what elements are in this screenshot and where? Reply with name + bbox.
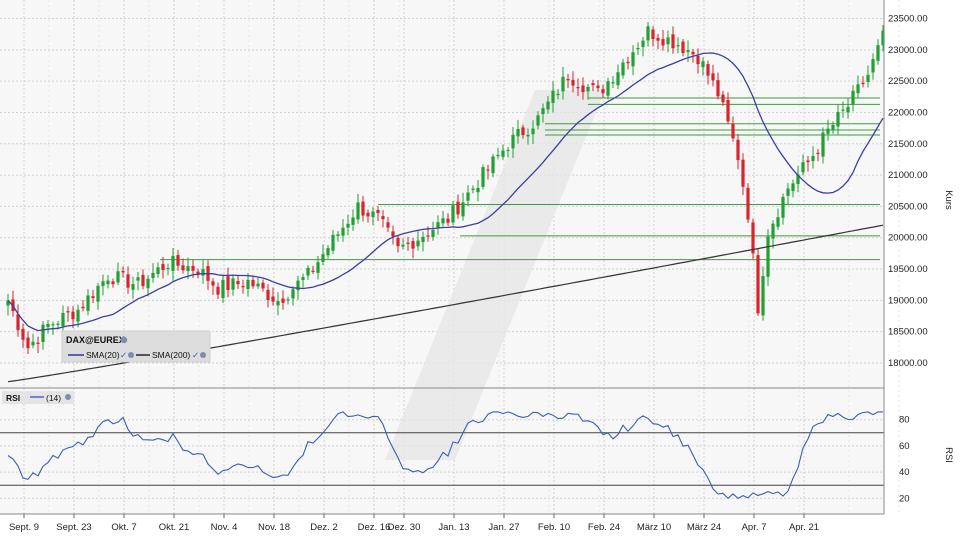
- x-tick-label: Okt. 21: [159, 522, 190, 533]
- x-tick-label: Feb. 24: [588, 522, 620, 533]
- x-tick-label: Jan. 27: [488, 522, 519, 533]
- candle: [751, 218, 755, 259]
- legend-settings-icon[interactable]: [128, 352, 134, 358]
- price-tick-label: 21000.00: [888, 170, 928, 181]
- legend-settings-icon[interactable]: [120, 336, 128, 344]
- x-tick-label: Jan. 13: [438, 522, 469, 533]
- rsi-legend-period: (14): [46, 393, 61, 403]
- rsi-tick-label: 20: [899, 493, 910, 504]
- legend-sma20: SMA(20): [86, 350, 120, 360]
- price-tick-label: 19000.00: [888, 295, 928, 306]
- price-tick-label: 18000.00: [888, 358, 928, 369]
- legend-check-icon[interactable]: ✓: [120, 350, 127, 360]
- x-tick-label: Sept. 9: [9, 522, 39, 533]
- price-tick-label: 23000.00: [888, 45, 928, 56]
- legend-sma200: SMA(200): [152, 350, 190, 360]
- x-tick-label: Nov. 18: [258, 522, 290, 533]
- rsi-tick-label: 60: [899, 441, 910, 452]
- x-tick-label: Apr. 21: [789, 522, 819, 533]
- price-tick-label: 18500.00: [888, 327, 928, 338]
- price-tick-label: 21500.00: [888, 139, 928, 150]
- price-axis-label: Kurs: [943, 190, 954, 210]
- price-tick-label: 22000.00: [888, 107, 928, 118]
- x-tick-label: Okt. 7: [111, 522, 136, 533]
- x-tick-label: Dez. 30: [388, 522, 421, 533]
- candle: [481, 164, 485, 190]
- x-tick-label: Dez. 16: [358, 522, 391, 533]
- rsi-tick-label: 80: [899, 415, 910, 426]
- x-tick-label: März 10: [637, 522, 671, 533]
- price-tick-label: 20500.00: [888, 201, 928, 212]
- rsi-settings-icon[interactable]: [65, 394, 71, 400]
- legend-title: DAX@EUREX: [66, 335, 125, 345]
- price-tick-label: 22500.00: [888, 76, 928, 87]
- rsi-legend: RSI (14): [2, 391, 74, 404]
- rsi-tick-label: 40: [899, 467, 910, 478]
- legend-check-icon[interactable]: ✓: [192, 350, 199, 360]
- legend-settings-icon[interactable]: [200, 352, 206, 358]
- x-tick-label: März 24: [687, 522, 721, 533]
- x-tick-label: Apr. 7: [742, 522, 767, 533]
- dax-chart: 18000.00 18500.00 19000.00 19500.00 20000.00…: [0, 0, 960, 540]
- rsi-axis-label: RSI: [943, 447, 954, 463]
- price-tick-label: 23500.00: [888, 14, 928, 25]
- x-tick-label: Nov. 4: [211, 522, 238, 533]
- x-tick-label: Dez. 2: [310, 522, 337, 533]
- price-tick-label: 19500.00: [888, 264, 928, 275]
- price-legend: DAX@EUREX SMA(20) ✓ SMA(200) ✓: [61, 330, 211, 363]
- rsi-legend-title: RSI: [6, 393, 20, 403]
- x-tick-label: Feb. 10: [538, 522, 570, 533]
- candle: [746, 183, 750, 223]
- x-tick-label: Sept. 23: [56, 522, 91, 533]
- candle: [756, 248, 760, 316]
- price-tick-label: 20000.00: [888, 233, 928, 244]
